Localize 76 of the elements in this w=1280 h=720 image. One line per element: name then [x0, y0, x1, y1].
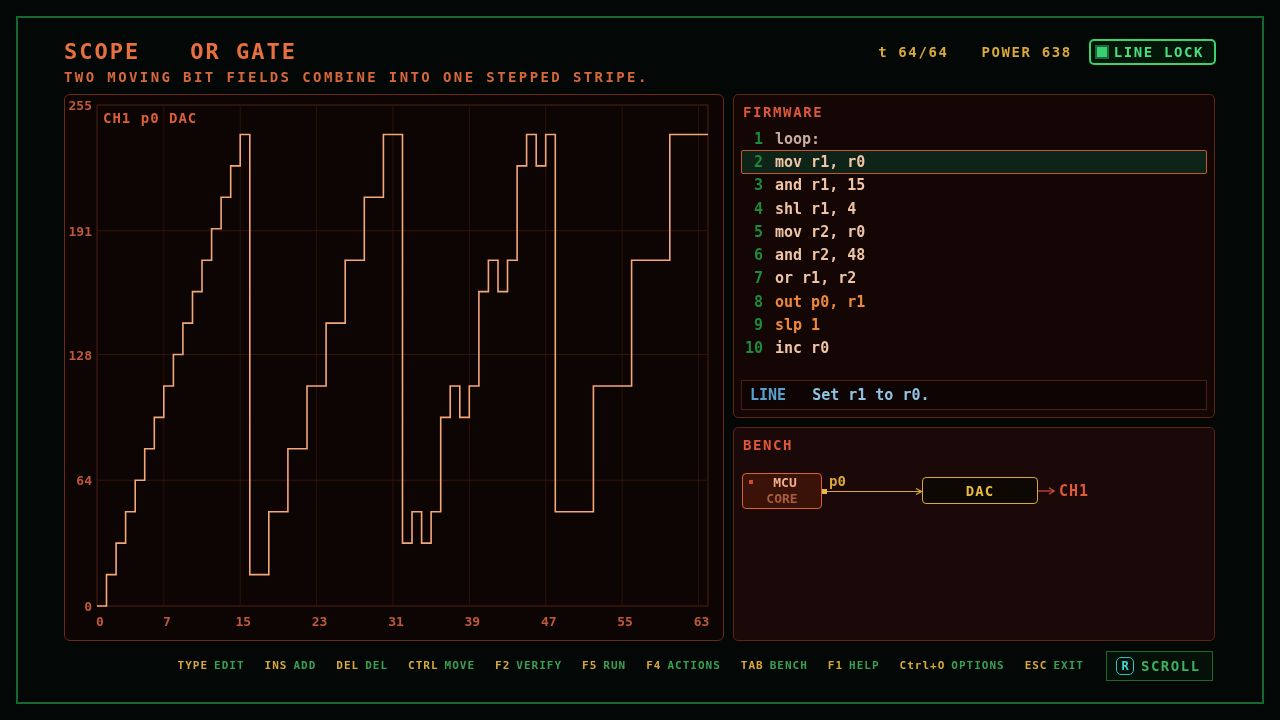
hint-action: BENCH: [769, 659, 808, 673]
line-number: 2: [752, 152, 763, 171]
code-line[interactable]: 3 and r1, 15: [741, 173, 1207, 197]
code-line[interactable]: 8 out p0, r1: [741, 290, 1207, 314]
hint-action: HELP: [849, 659, 880, 673]
hint-action: RUN: [603, 659, 627, 673]
hint-key: TAB: [740, 659, 764, 673]
code-line[interactable]: 7 or r1, r2: [741, 266, 1207, 291]
axis-tick-label: 55: [617, 614, 633, 629]
hint-action: ACTIONS: [667, 659, 721, 673]
node-subtitle: CORE: [766, 491, 798, 507]
hint-action: VERIFY: [516, 659, 563, 673]
dac-node[interactable]: DAC: [922, 477, 1038, 504]
hint-key: F5: [582, 659, 598, 673]
app-title: SCOPE: [64, 39, 141, 65]
line-number: 7: [752, 269, 763, 288]
code-line[interactable]: 9 slp 1: [741, 313, 1207, 337]
axis-tick-label: 0: [96, 614, 104, 629]
status-led-icon: [749, 480, 753, 484]
code-line[interactable]: 4 shl r1, 4: [741, 196, 1207, 221]
port-label: p0: [828, 474, 846, 488]
line-number: 4: [752, 199, 763, 218]
hint-key: F1: [827, 659, 843, 673]
hint-action: EXIT: [1053, 659, 1084, 673]
line-lock-toggle[interactable]: LINE LOCK: [1088, 39, 1216, 65]
hint-key: DEL: [336, 659, 360, 673]
code-line[interactable]: 5 mov r2, r0: [741, 220, 1207, 244]
code-line[interactable]: 6 and r2, 48: [741, 243, 1207, 267]
hint-key: INS: [264, 659, 288, 673]
hint-action: ADD: [293, 659, 317, 673]
axis-tick-label: 31: [388, 614, 404, 629]
key-label: R: [1116, 657, 1134, 675]
hint-action: MOVE: [444, 659, 476, 673]
node-title: MCU: [772, 475, 797, 491]
line-number: 9: [752, 316, 763, 334]
axis-tick-label: 255: [68, 98, 92, 113]
hint-key: F4: [646, 659, 662, 673]
code-line[interactable]: 1 loop:: [741, 127, 1207, 151]
info-text: Set r1 to r0.: [812, 385, 930, 404]
chart-title: CH1 p0 DAC: [103, 110, 198, 126]
axis-tick-label: 191: [68, 223, 92, 239]
line-number: 5: [752, 222, 763, 241]
level-description: TWO MOVING BIT FIELDS COMBINE INTO ONE STEPPED STRIPE.: [64, 68, 650, 86]
axis-tick-label: 0: [84, 599, 92, 614]
mcu-node[interactable]: MCU CORE: [742, 473, 822, 509]
axis-tick-label: 64: [76, 473, 92, 489]
hint-key: Ctrl+O: [899, 659, 946, 673]
line-number: 8: [752, 292, 763, 311]
line-number: 1: [752, 129, 763, 148]
hint-key: CTRL: [408, 659, 439, 673]
axis-tick-label: 15: [235, 614, 252, 629]
scroll-button[interactable]: R SCROLL: [1106, 651, 1213, 681]
code-line[interactable]: 10 inc r0: [741, 336, 1207, 360]
hint-key: F2: [495, 659, 511, 673]
time-counter: t 64/64: [878, 43, 949, 61]
axis-tick-label: 47: [540, 614, 557, 629]
line-number: 10: [743, 339, 763, 358]
hint-action: OPTIONS: [951, 659, 1005, 673]
axis-tick-label: 128: [68, 347, 92, 363]
panel-title: FIRMWARE: [742, 103, 825, 122]
output-label: CH1: [1059, 482, 1090, 500]
line-number: 3: [752, 176, 763, 195]
level-title: OR GATE: [190, 39, 297, 65]
axis-tick-label: 39: [464, 614, 481, 629]
line-number: 6: [752, 246, 763, 265]
info-label: LINE: [750, 385, 787, 404]
hint-action: DEL: [365, 659, 389, 673]
axis-tick-label: 63: [693, 614, 710, 629]
axis-tick-label: 7: [162, 614, 171, 629]
hint-key: ESC: [1024, 659, 1048, 673]
axis-tick-label: 23: [311, 614, 328, 629]
hint-key: TYPE: [177, 659, 209, 673]
panel-title: BENCH: [742, 436, 795, 455]
output-arrow: [1038, 487, 1055, 495]
hint-action: EDIT: [214, 659, 245, 673]
power-readout: POWER 638: [981, 43, 1072, 61]
